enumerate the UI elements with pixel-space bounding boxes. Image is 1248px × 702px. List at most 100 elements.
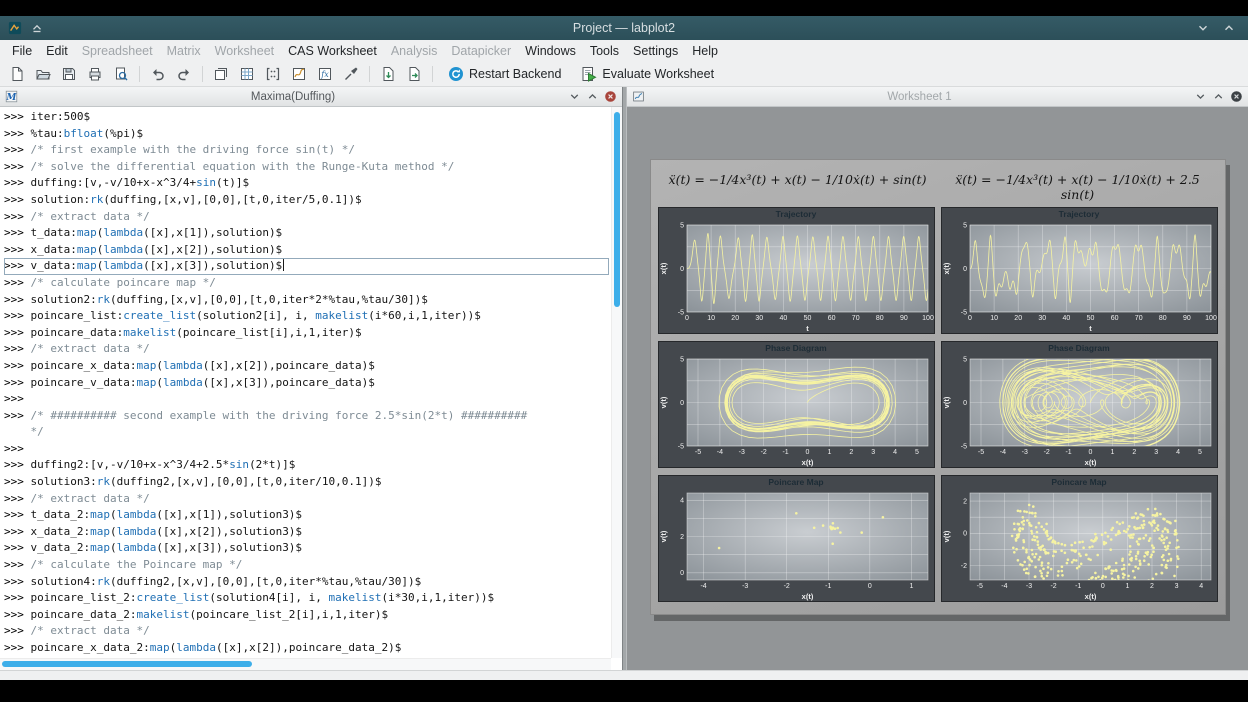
console-text-area[interactable]: >>> iter:500$>>> %tau:bfloat(%pi)$>>> /*…	[4, 109, 609, 658]
cas-window-titlebar[interactable]: M Maxima(Duffing)	[0, 87, 622, 107]
svg-text:90: 90	[1183, 315, 1191, 322]
restart-backend-button[interactable]: Restart Backend	[439, 64, 570, 84]
console-line: >>> poincare_x_data_2:map(lambda([x],x[2…	[4, 640, 609, 657]
plot-title: Poincare Map	[659, 476, 934, 489]
svg-text:-5: -5	[677, 309, 683, 316]
console-line: >>> poincare_v_data:map(lambda([x],x[3])…	[4, 375, 609, 392]
svg-text:30: 30	[1038, 315, 1046, 322]
console-line: >>> /* extract data */	[4, 623, 609, 640]
console-line: >>> duffing2:[v,-v/10+x-x^3/4+2.5*sin(2*…	[4, 457, 609, 474]
svg-text:-5: -5	[694, 449, 700, 456]
menu-edit[interactable]: Edit	[39, 42, 75, 60]
console-line: >>> solution4:rk(duffing2,[x,v],[0,0],[t…	[4, 574, 609, 591]
new-project-button[interactable]	[5, 63, 29, 85]
horizontal-scrollbar-thumb[interactable]	[2, 661, 252, 667]
svg-text:3: 3	[871, 449, 875, 456]
menu-tools[interactable]: Tools	[583, 42, 626, 60]
titlebar-left	[0, 21, 220, 35]
equation-title-right[interactable]: ẍ(t) = −1/4x³(t) + x(t) − 1/10ẋ(t) + 2.5…	[938, 172, 1218, 202]
worksheet-page: ẍ(t) = −1/4x³(t) + x(t) − 1/10ẋ(t) + sin…	[650, 159, 1226, 615]
menu-cas-worksheet[interactable]: CAS Worksheet	[281, 42, 384, 60]
svg-text:0: 0	[685, 315, 689, 322]
svg-text:80: 80	[875, 315, 883, 322]
undo-button[interactable]	[146, 63, 170, 85]
titlebar-chevron-down-button[interactable]	[1196, 21, 1210, 35]
svg-text:60: 60	[1110, 315, 1118, 322]
print-button[interactable]	[83, 63, 107, 85]
console-vertical-scrollbar[interactable]	[611, 107, 622, 658]
svg-text:100: 100	[922, 315, 934, 322]
svg-text:x(t): x(t)	[1084, 592, 1096, 601]
console-line: >>> poincare_data:makelist(poincare_list…	[4, 325, 609, 342]
plot-phase-2[interactable]: Phase Diagram-5-4-3-2-1012345-505x(t)v(t…	[941, 341, 1218, 468]
window-titlebar[interactable]: Project — labplot2	[0, 16, 1248, 40]
restart-backend-label: Restart Backend	[469, 67, 561, 81]
plot-title: Phase Diagram	[659, 342, 934, 355]
console-line: >>> /* calculate poincare map */	[4, 275, 609, 292]
new-spreadsheet-button[interactable]	[235, 63, 259, 85]
redo-button[interactable]	[172, 63, 196, 85]
print-preview-button[interactable]	[109, 63, 133, 85]
svg-text:M: M	[6, 93, 18, 103]
titlebar-chevron-up-button[interactable]	[1222, 21, 1236, 35]
statusbar	[0, 670, 1248, 680]
plot-trajectory-1[interactable]: Trajectory0102030405060708090100-505tx(t…	[658, 207, 935, 334]
cas-console[interactable]: >>> iter:500$>>> %tau:bfloat(%pi)$>>> /*…	[0, 107, 622, 670]
plot-poincare-2[interactable]: Poincare Map-5-4-3-2-101234-202x(t)v(t)	[941, 475, 1218, 602]
console-line: >>>	[4, 391, 609, 408]
maxima-icon: M	[5, 90, 18, 103]
svg-text:-4: -4	[999, 449, 1005, 456]
menu-windows[interactable]: Windows	[518, 42, 583, 60]
svg-text:1: 1	[1110, 449, 1114, 456]
app-icon	[8, 21, 22, 35]
worksheet-window-titlebar[interactable]: Worksheet 1	[627, 87, 1248, 107]
worksheet-window-close-button[interactable]	[1230, 90, 1243, 103]
cas-window-chevron-down-button[interactable]	[568, 90, 581, 103]
plot-poincare-1[interactable]: Poincare Map-4-3-2-101024x(t)v(t)	[658, 475, 935, 602]
import-data-button[interactable]	[376, 63, 400, 85]
console-current-entry[interactable]: >>> v_data:map(lambda([x],x[3]),solution…	[4, 258, 609, 275]
new-matrix-button[interactable]	[261, 63, 285, 85]
console-line: >>> poincare_data_2:makelist(poincare_li…	[4, 607, 609, 624]
svg-text:1: 1	[909, 583, 913, 590]
new-cas-worksheet-button[interactable]: fx	[313, 63, 337, 85]
new-datapicker-button[interactable]	[339, 63, 363, 85]
worksheet-view[interactable]: ẍ(t) = −1/4x³(t) + x(t) − 1/10ẋ(t) + sin…	[627, 107, 1248, 670]
evaluate-worksheet-label: Evaluate Worksheet	[602, 67, 714, 81]
console-line: >>> /* ########## second example with th…	[4, 408, 609, 425]
svg-text:-1: -1	[825, 583, 831, 590]
evaluate-worksheet-button[interactable]: Evaluate Worksheet	[572, 64, 723, 84]
new-workbook-button[interactable]	[209, 63, 233, 85]
export-data-button[interactable]	[402, 63, 426, 85]
menu-file[interactable]: File	[5, 42, 39, 60]
phase-2-canvas: -5-4-3-2-1012345-505x(t)v(t)	[942, 355, 1217, 467]
plot-phase-1[interactable]: Phase Diagram-5-4-3-2-1012345-505x(t)v(t…	[658, 341, 935, 468]
new-worksheet-button[interactable]	[287, 63, 311, 85]
svg-text:30: 30	[755, 315, 763, 322]
worksheet-window-chevron-up-button[interactable]	[1212, 90, 1225, 103]
svg-text:40: 40	[1062, 315, 1070, 322]
console-line: >>>	[4, 441, 609, 458]
cas-window-close-button[interactable]	[604, 90, 617, 103]
keep-above-button[interactable]	[30, 21, 44, 35]
open-project-button[interactable]	[31, 63, 55, 85]
menu-worksheet: Worksheet	[208, 42, 282, 60]
svg-text:60: 60	[827, 315, 835, 322]
console-line: >>> iter:500$	[4, 109, 609, 126]
cas-window-title: Maxima(Duffing)	[23, 91, 563, 103]
screen-bezel-top	[0, 0, 1248, 16]
svg-text:5: 5	[680, 356, 684, 363]
save-project-button[interactable]	[57, 63, 81, 85]
menu-settings[interactable]: Settings	[626, 42, 685, 60]
console-horizontal-scrollbar[interactable]	[0, 658, 611, 670]
console-line: >>> solution:rk(duffing,[x,v],[0,0],[t,0…	[4, 192, 609, 209]
equation-title-left[interactable]: ẍ(t) = −1/4x³(t) + x(t) − 1/10ẋ(t) + sin…	[658, 172, 938, 202]
worksheet-window-chevron-down-button[interactable]	[1194, 90, 1207, 103]
svg-text:20: 20	[731, 315, 739, 322]
cas-window-chevron-up-button[interactable]	[586, 90, 599, 103]
vertical-scrollbar-thumb[interactable]	[614, 112, 620, 307]
console-line: */	[4, 424, 609, 441]
menu-help[interactable]: Help	[685, 42, 725, 60]
plot-trajectory-2[interactable]: Trajectory0102030405060708090100-505tx(t…	[941, 207, 1218, 334]
console-line: >>> duffing:[v,-v/10+x-x^3/4+sin(t)]$	[4, 175, 609, 192]
